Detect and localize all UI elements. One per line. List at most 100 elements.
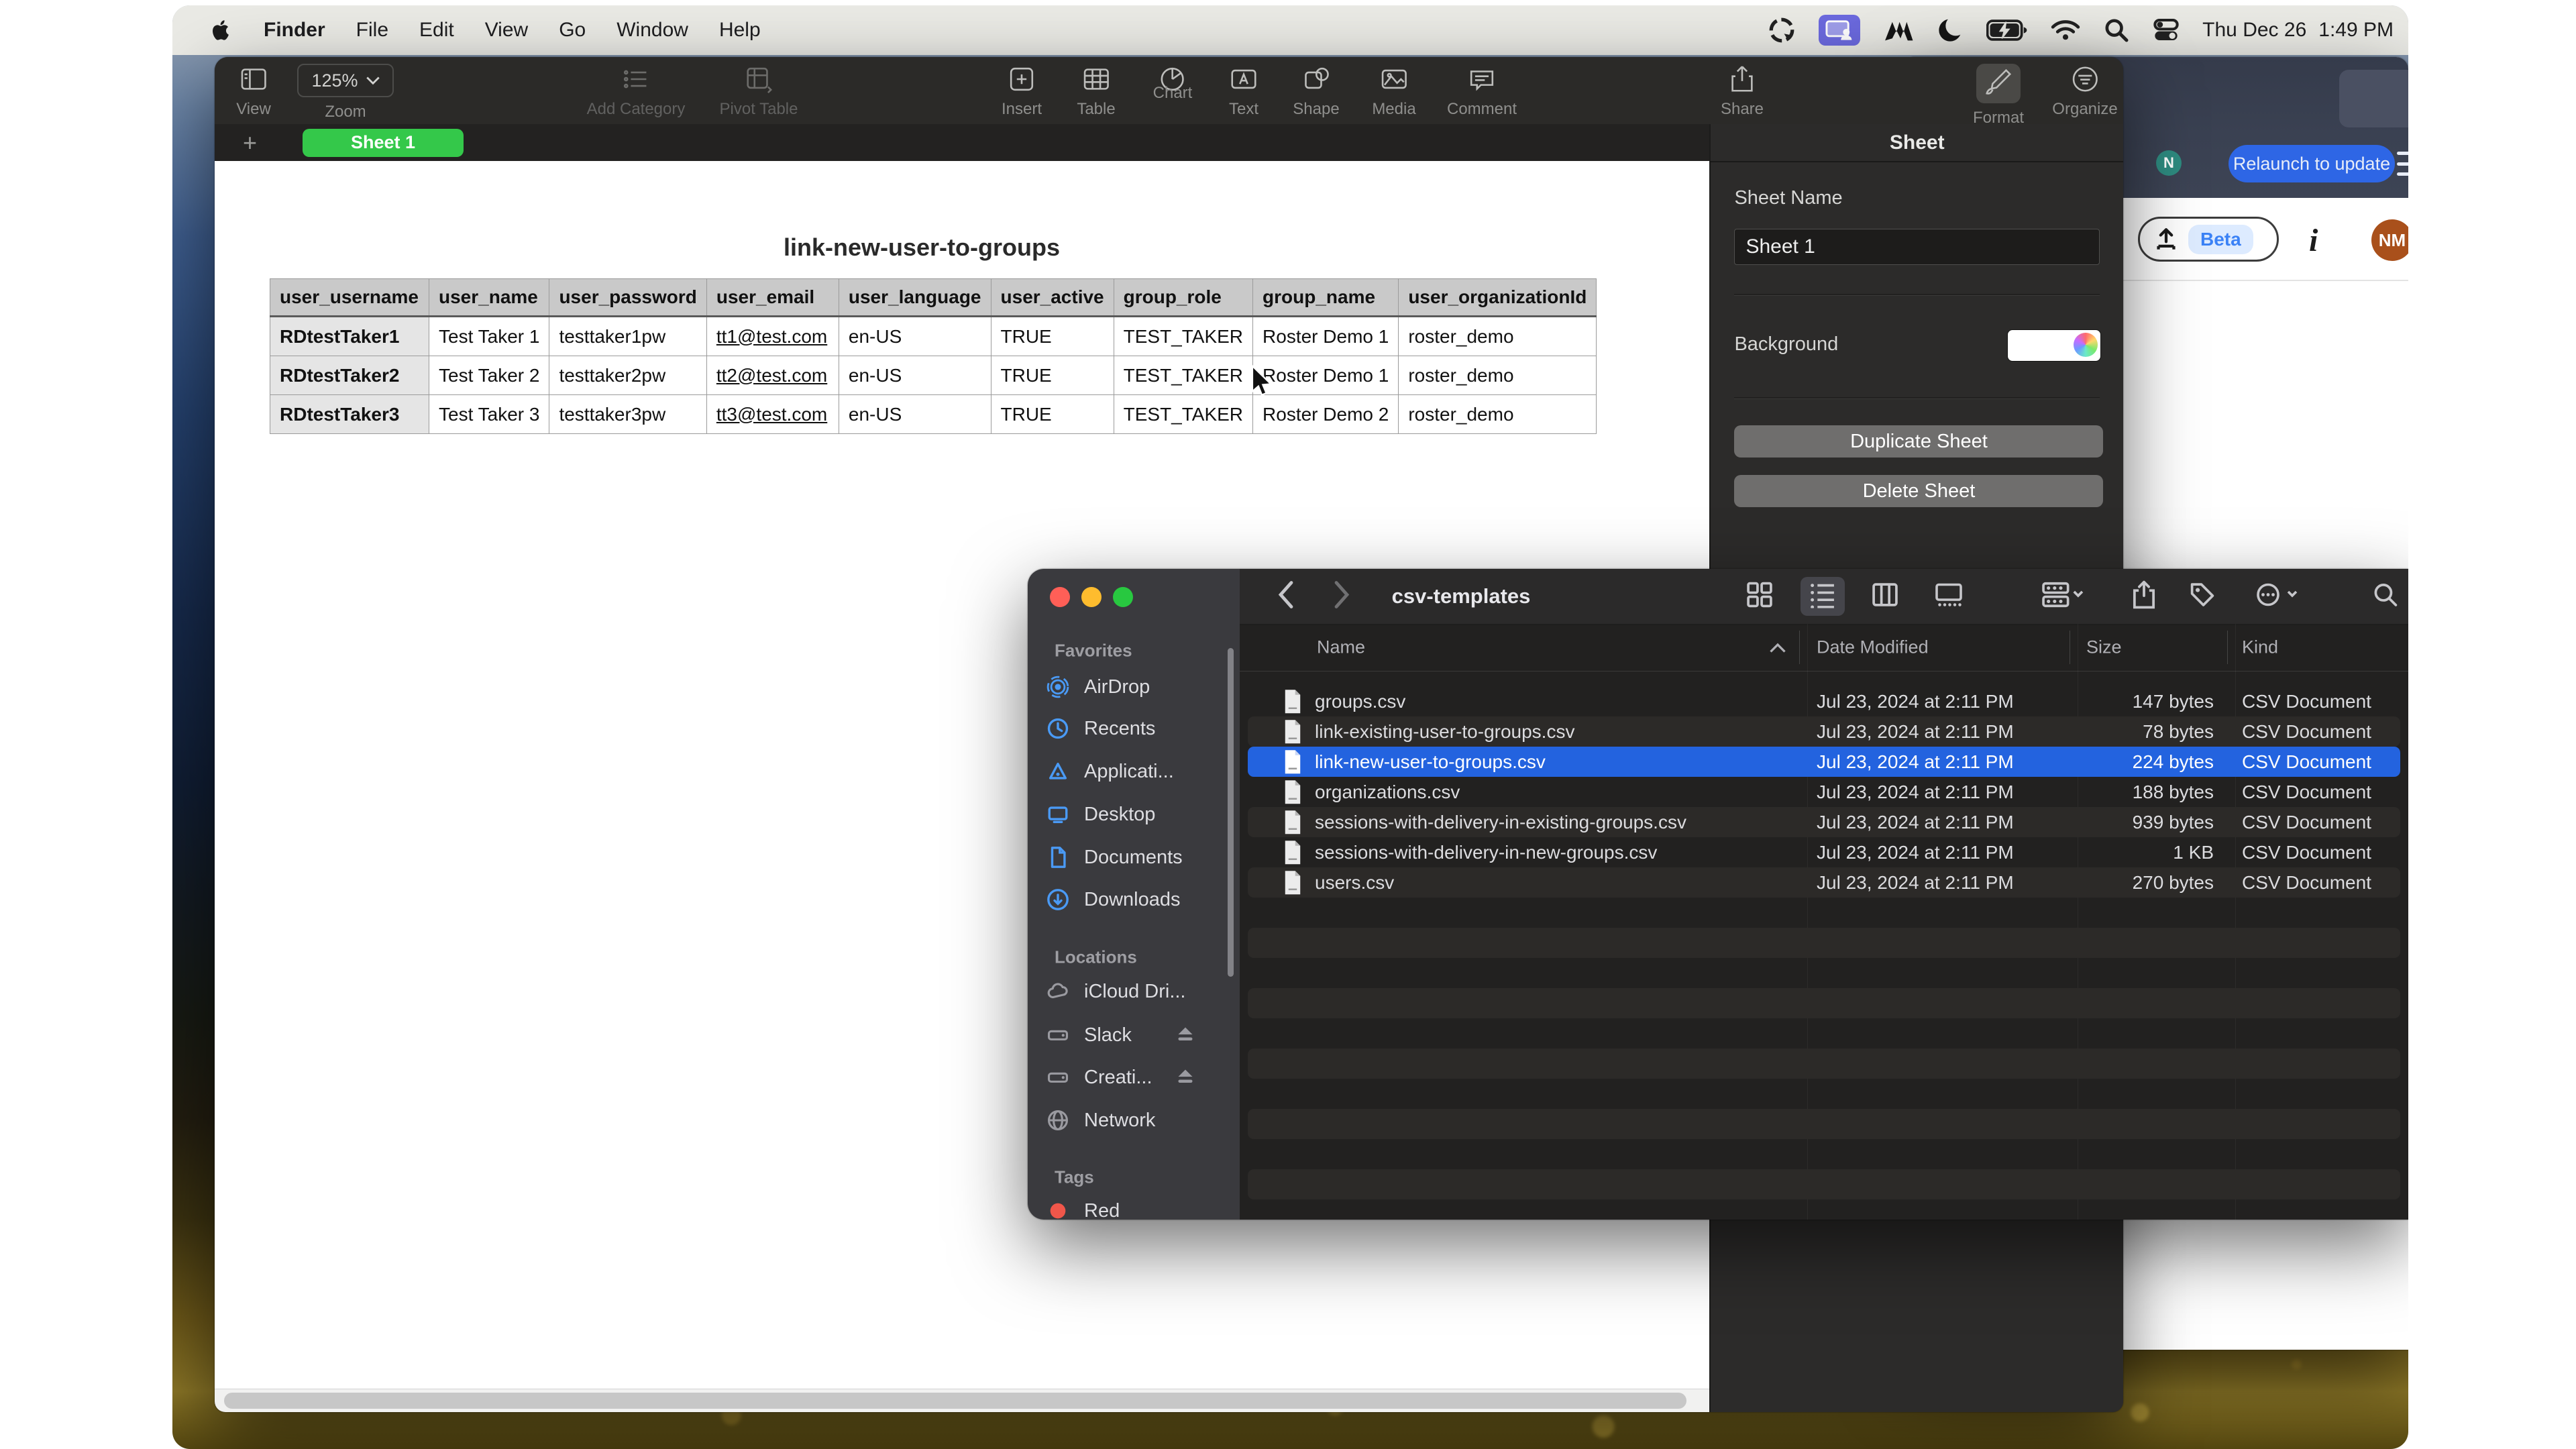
hamburger-menu-icon[interactable] <box>2397 152 2408 176</box>
search-icon[interactable] <box>2372 582 2399 612</box>
menu-view[interactable]: View <box>485 19 528 42</box>
sidebar-item-red-tag[interactable]: Red <box>1046 1199 1120 1220</box>
wifi-icon[interactable] <box>2051 19 2080 42</box>
add-sheet-button[interactable]: + <box>243 131 257 155</box>
share-button[interactable]: Share <box>1721 64 1764 119</box>
chart-button[interactable]: Chart <box>1153 64 1193 103</box>
delete-sheet-button[interactable]: Delete Sheet <box>1734 475 2103 507</box>
workspace-avatar[interactable]: N <box>2156 150 2182 176</box>
more-actions-button[interactable] <box>2254 582 2298 612</box>
file-row[interactable]: groups.csvJul 23, 2024 at 2:11 PM147 byt… <box>1248 686 2400 716</box>
menu-bar-clock[interactable]: Thu Dec 26 1:49 PM <box>2202 19 2394 42</box>
csv-file-icon <box>1283 780 1303 805</box>
column-view-button[interactable] <box>1872 582 1898 612</box>
column-date-modified[interactable]: Date Modified <box>1817 637 1929 658</box>
column-divider[interactable] <box>1799 631 1800 664</box>
group-by-button[interactable] <box>2041 582 2084 612</box>
spreadsheet-table[interactable]: user_usernameuser_nameuser_passworduser_… <box>270 278 1597 434</box>
sidebar-item-recents[interactable]: Recents <box>1046 717 1155 740</box>
table-row[interactable]: RDtestTaker1Test Taker 1testtaker1pwtt1@… <box>270 317 1597 356</box>
column-size[interactable]: Size <box>2086 637 2122 658</box>
forward-button[interactable] <box>1330 580 1353 613</box>
sort-ascending-icon[interactable] <box>1770 637 1786 658</box>
sheet-tab[interactable]: Sheet 1 <box>303 129 464 157</box>
gallery-view-button[interactable] <box>1935 582 1963 612</box>
screen-sharing-icon[interactable] <box>1819 15 1860 46</box>
sidebar-item-applications[interactable]: Applicati... <box>1046 760 1174 783</box>
color-wheel-icon[interactable] <box>2074 333 2098 357</box>
sidebar-item-slack[interactable]: Slack <box>1046 1024 1132 1046</box>
tag-icon[interactable] <box>2189 582 2216 612</box>
text-button[interactable]: Text <box>1228 64 1259 119</box>
insert-button[interactable]: Insert <box>1002 64 1042 119</box>
sidebar-scrollbar[interactable] <box>1228 648 1234 977</box>
column-name[interactable]: Name <box>1317 637 1365 658</box>
mountain-logo-icon[interactable] <box>1883 17 1914 43</box>
menu-help[interactable]: Help <box>719 19 761 42</box>
menu-app-name[interactable]: Finder <box>264 19 325 42</box>
upload-beta-button[interactable]: Beta <box>2138 217 2279 262</box>
empty-row <box>1248 988 2400 1018</box>
file-row-selected[interactable]: link-new-user-to-groups.csvJul 23, 2024 … <box>1248 747 2400 777</box>
relaunch-to-update-button[interactable]: Relaunch to update <box>2229 145 2395 182</box>
table-row[interactable]: RDtestTaker3Test Taker 3testtaker3pwtt3@… <box>270 395 1597 434</box>
table-button[interactable]: Table <box>1077 64 1115 119</box>
scrollbar-thumb[interactable] <box>224 1393 1686 1409</box>
zoom-window-button[interactable] <box>1113 587 1133 607</box>
menu-bar: Finder File Edit View Go Window Help <box>172 5 2408 55</box>
info-icon[interactable]: i <box>2309 222 2318 259</box>
sheet-name-input[interactable]: Sheet 1 <box>1734 229 2100 265</box>
sidebar-item-network[interactable]: Network <box>1046 1109 1155 1132</box>
horizontal-scrollbar[interactable] <box>215 1389 1709 1412</box>
table-title[interactable]: link-new-user-to-groups <box>270 233 1574 262</box>
eject-icon[interactable] <box>1175 1067 1195 1089</box>
file-row[interactable]: sessions-with-delivery-in-new-groups.csv… <box>1248 837 2400 867</box>
file-row[interactable]: sessions-with-delivery-in-existing-group… <box>1248 807 2400 837</box>
divider <box>1734 294 2100 295</box>
icon-view-button[interactable] <box>1746 582 1773 612</box>
back-button[interactable] <box>1275 580 1297 613</box>
file-row[interactable]: organizations.csvJul 23, 2024 at 2:11 PM… <box>1248 777 2400 807</box>
download-icon <box>1046 888 1069 911</box>
do-not-disturb-moon-icon[interactable] <box>1937 17 1964 44</box>
finder-main: csv-templates <box>1240 569 2408 1220</box>
table-header-row[interactable]: user_usernameuser_nameuser_passworduser_… <box>270 279 1597 317</box>
comment-button[interactable]: Comment <box>1447 64 1517 119</box>
sync-status-icon[interactable] <box>1768 16 1796 44</box>
battery-icon[interactable] <box>1986 19 2028 42</box>
menu-edit[interactable]: Edit <box>419 19 454 42</box>
menu-go[interactable]: Go <box>559 19 586 42</box>
close-button[interactable] <box>1050 587 1070 607</box>
file-row[interactable]: link-existing-user-to-groups.csvJul 23, … <box>1248 716 2400 747</box>
zoom-control[interactable]: 125% Zoom <box>297 64 394 121</box>
browser-dropdown-button[interactable] <box>2339 70 2408 127</box>
minimize-button[interactable] <box>1081 587 1102 607</box>
table-row[interactable]: RDtestTaker2Test Taker 2testtaker2pwtt2@… <box>270 356 1597 395</box>
view-button[interactable]: View <box>236 64 271 119</box>
duplicate-sheet-button[interactable]: Duplicate Sheet <box>1734 425 2103 458</box>
eject-icon[interactable] <box>1175 1024 1195 1046</box>
list-view-button[interactable] <box>1809 582 1836 612</box>
sidebar-item-airdrop[interactable]: AirDrop <box>1046 676 1150 698</box>
menu-file[interactable]: File <box>356 19 388 42</box>
media-button[interactable]: Media <box>1372 64 1415 119</box>
organize-button[interactable]: Organize <box>2052 64 2117 119</box>
background-color-well[interactable] <box>2007 329 2101 362</box>
sidebar-item-desktop[interactable]: Desktop <box>1046 803 1155 826</box>
file-row[interactable]: users.csvJul 23, 2024 at 2:11 PM270 byte… <box>1248 867 2400 898</box>
apple-menu-icon[interactable] <box>210 17 233 44</box>
sidebar-item-downloads[interactable]: Downloads <box>1046 888 1180 911</box>
sidebar-item-documents[interactable]: Documents <box>1046 846 1183 869</box>
column-kind[interactable]: Kind <box>2242 637 2278 658</box>
format-button[interactable]: Format <box>1973 64 2024 127</box>
user-avatar[interactable]: NM <box>2371 219 2408 261</box>
spotlight-search-icon[interactable] <box>2103 17 2130 44</box>
shape-button[interactable]: Shape <box>1293 64 1339 119</box>
share-icon[interactable] <box>2132 580 2156 613</box>
favorites-header: Favorites <box>1055 641 1132 661</box>
column-divider[interactable] <box>2227 631 2228 664</box>
menu-window[interactable]: Window <box>616 19 688 42</box>
sidebar-item-creative[interactable]: Creati... <box>1046 1066 1152 1089</box>
sidebar-item-icloud[interactable]: iCloud Dri... <box>1046 980 1186 1003</box>
control-center-icon[interactable] <box>2153 17 2180 44</box>
